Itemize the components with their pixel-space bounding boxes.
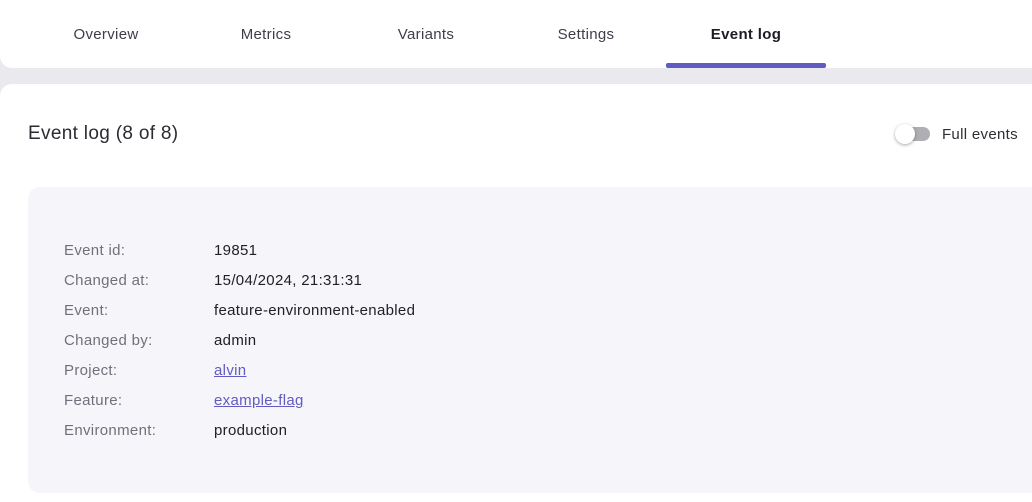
full-events-toggle-group: Full events bbox=[895, 124, 1018, 144]
event-row-changed-by: Changed by: admin bbox=[64, 325, 1032, 355]
event-row-event-id: Event id: 19851 bbox=[64, 235, 1032, 265]
tab-variants[interactable]: Variants bbox=[346, 0, 506, 68]
event-type-label: Event: bbox=[64, 302, 214, 319]
event-type-value: feature-environment-enabled bbox=[214, 302, 415, 319]
event-row-changed-at: Changed at: 15/04/2024, 21:31:31 bbox=[64, 265, 1032, 295]
environment-value: production bbox=[214, 422, 287, 439]
project-label: Project: bbox=[64, 362, 214, 379]
full-events-toggle[interactable] bbox=[895, 124, 931, 144]
tab-event-log[interactable]: Event log bbox=[666, 0, 826, 68]
event-id-label: Event id: bbox=[64, 242, 214, 259]
feature-label: Feature: bbox=[64, 392, 214, 409]
changed-by-value: admin bbox=[214, 332, 256, 349]
event-card: Event id: 19851 Changed at: 15/04/2024, … bbox=[28, 187, 1032, 493]
changed-at-label: Changed at: bbox=[64, 272, 214, 289]
event-row-project: Project: alvin bbox=[64, 355, 1032, 385]
event-row-feature: Feature: example-flag bbox=[64, 385, 1032, 415]
tab-overview[interactable]: Overview bbox=[26, 0, 186, 68]
toggle-thumb[interactable] bbox=[895, 124, 915, 144]
page-title: Event log (8 of 8) bbox=[28, 123, 178, 145]
event-row-event-type: Event: feature-environment-enabled bbox=[64, 295, 1032, 325]
event-row-environment: Environment: production bbox=[64, 415, 1032, 445]
feature-link[interactable]: example-flag bbox=[214, 392, 304, 409]
full-events-toggle-label: Full events bbox=[942, 126, 1018, 143]
event-id-value: 19851 bbox=[214, 242, 257, 259]
changed-by-label: Changed by: bbox=[64, 332, 214, 349]
project-link[interactable]: alvin bbox=[214, 362, 246, 379]
tab-metrics[interactable]: Metrics bbox=[186, 0, 346, 68]
event-log-panel: Event log (8 of 8) Full events Event id:… bbox=[0, 84, 1032, 502]
tab-settings[interactable]: Settings bbox=[506, 0, 666, 68]
panel-header: Event log (8 of 8) Full events bbox=[28, 120, 1018, 148]
changed-at-value: 15/04/2024, 21:31:31 bbox=[214, 272, 362, 289]
tab-bar: Overview Metrics Variants Settings Event… bbox=[0, 0, 1032, 68]
environment-label: Environment: bbox=[64, 422, 214, 439]
